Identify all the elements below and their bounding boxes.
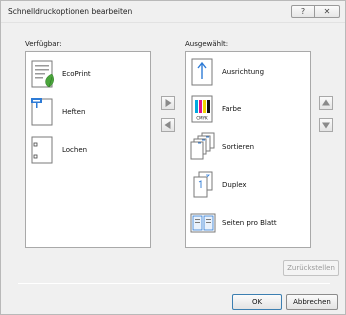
reset-button[interactable]: Zurückstellen [283, 260, 339, 276]
list-item-heften[interactable]: Heften [30, 97, 148, 127]
close-button[interactable]: ✕ [315, 5, 340, 18]
item-label-lochen: Lochen [62, 146, 88, 154]
list-item-seiten-pro-blatt[interactable]: Seiten pro Blatt [190, 208, 308, 238]
help-button[interactable]: ? [291, 5, 315, 18]
item-label-ecoprint: EcoPrint [62, 70, 91, 78]
list-item-sortieren[interactable]: Sortieren [190, 132, 308, 162]
punch-icon [31, 136, 53, 164]
ecoprint-icon [31, 60, 54, 88]
available-label: Verfügbar: [25, 40, 62, 48]
item-label-seiten-pro-blatt: Seiten pro Blatt [222, 219, 277, 227]
ok-button[interactable]: OK [232, 294, 282, 310]
title-bar: Schnelldruckoptionen bearbeiten ? ✕ [1, 1, 345, 23]
add-button[interactable] [161, 96, 175, 110]
item-label-ausrichtung: Ausrichtung [222, 68, 265, 76]
staple-icon [31, 98, 53, 126]
item-label-sortieren: Sortieren [222, 143, 255, 151]
dialog-title: Schnelldruckoptionen bearbeiten [8, 7, 133, 16]
move-down-button[interactable] [319, 118, 333, 132]
selected-list[interactable]: Ausrichtung CMYK Farbe Sortieren Duplex … [185, 51, 311, 248]
duplex-icon [193, 171, 213, 198]
remove-button[interactable] [161, 118, 175, 132]
help-icon: ? [300, 7, 306, 16]
item-label-duplex: Duplex [222, 181, 247, 189]
item-label-heften: Heften [62, 108, 86, 116]
arrow-left-icon [164, 121, 171, 129]
arrow-right-icon [165, 99, 172, 107]
close-icon: ✕ [323, 7, 331, 16]
list-item-farbe[interactable]: CMYK Farbe [190, 94, 308, 124]
orientation-icon [191, 58, 213, 86]
arrow-up-icon [322, 99, 330, 106]
list-item-ecoprint[interactable]: EcoPrint [30, 59, 148, 89]
available-list[interactable]: EcoPrint Heften Lochen [25, 51, 151, 248]
item-label-farbe: Farbe [222, 105, 242, 113]
pages-per-sheet-icon [190, 213, 216, 233]
list-item-duplex[interactable]: Duplex [190, 170, 308, 200]
list-item-ausrichtung[interactable]: Ausrichtung [190, 57, 308, 87]
arrow-down-icon [322, 122, 330, 129]
color-icon-text: CMYK [196, 116, 208, 121]
list-item-lochen[interactable]: Lochen [30, 135, 148, 165]
cancel-button[interactable]: Abbrechen [286, 294, 338, 310]
move-up-button[interactable] [319, 96, 333, 110]
color-icon: CMYK [191, 95, 213, 123]
separator [18, 283, 330, 284]
dialog-window: Schnelldruckoptionen bearbeiten ? ✕ Verf… [0, 0, 346, 315]
collate-icon [190, 132, 215, 160]
selected-label: Ausgewählt: [185, 40, 229, 48]
